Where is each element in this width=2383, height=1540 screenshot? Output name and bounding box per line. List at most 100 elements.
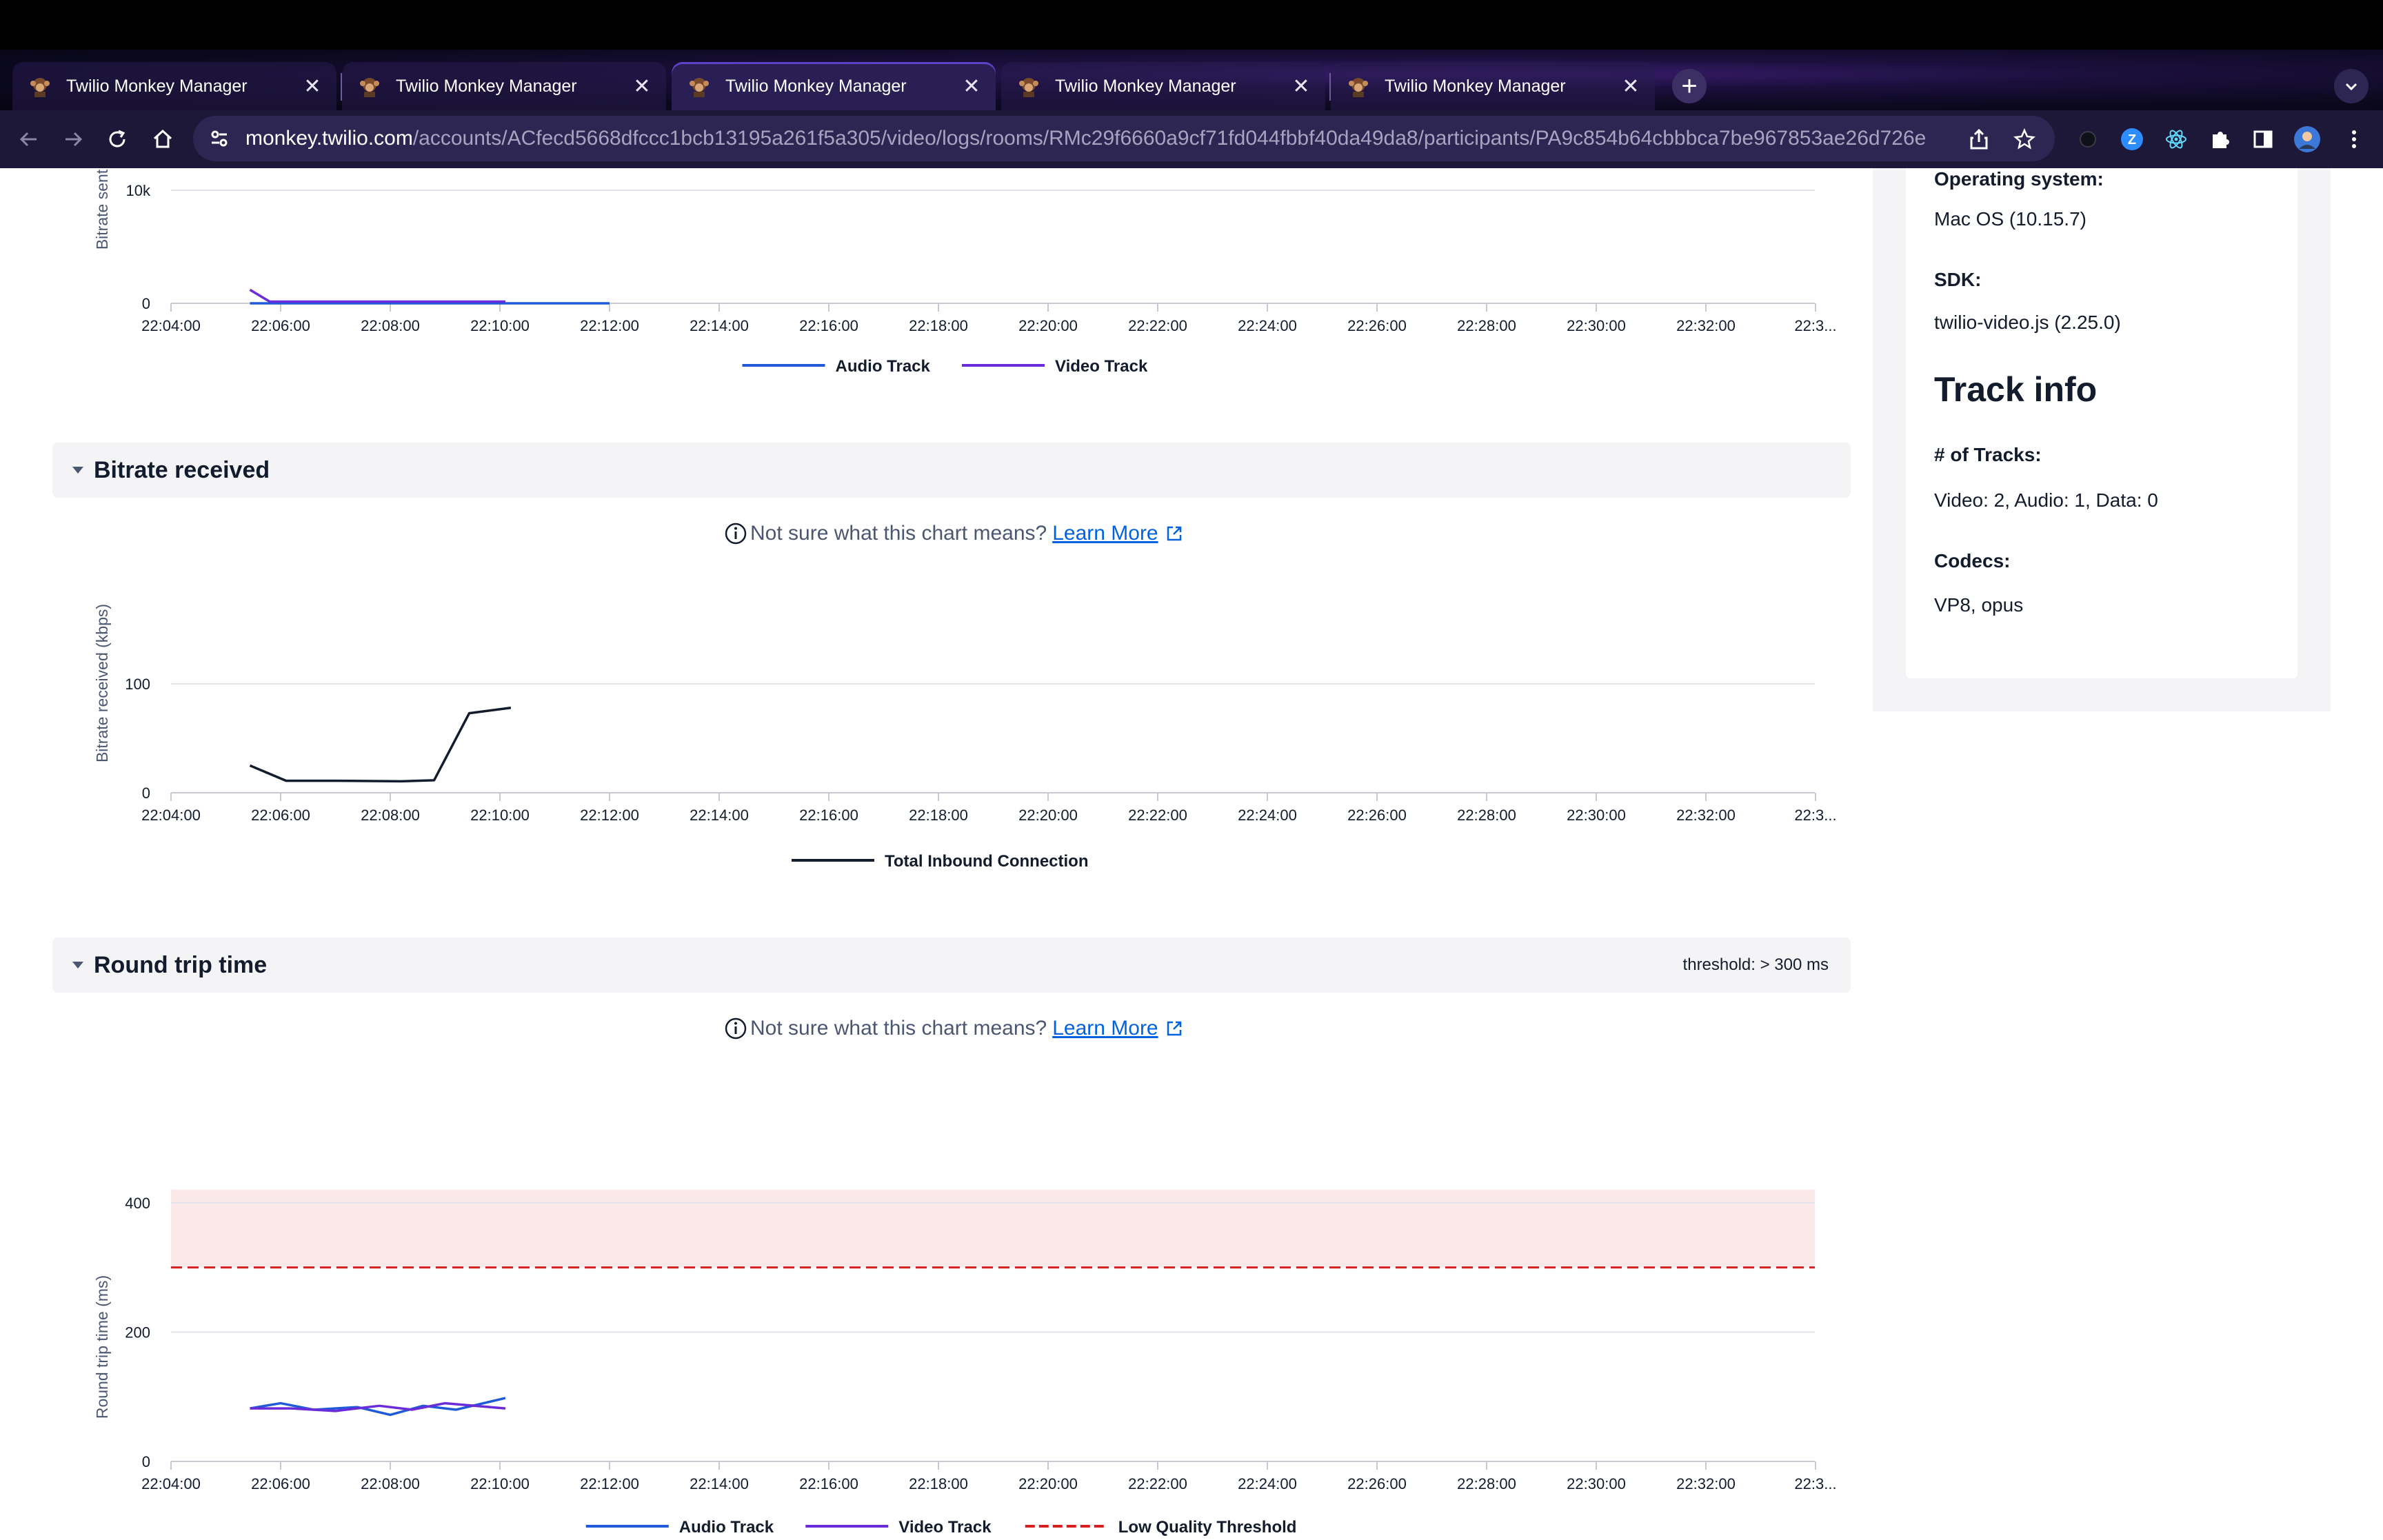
x-tick-label: 22:14:00 [690, 1475, 749, 1492]
x-tick-label: 22:14:00 [690, 807, 749, 824]
help-text: Not sure what this chart means? [750, 522, 1047, 545]
os-value: Mac OS (10.15.7) [1934, 208, 2087, 230]
browser-tab-2[interactable]: Twilio Monkey Manager ✕ [342, 62, 666, 110]
x-tick-label: 22:12:00 [580, 317, 639, 334]
tab-search-button[interactable] [2334, 69, 2369, 103]
monkey-favicon-icon [1349, 78, 1368, 97]
monkey-favicon-icon [1019, 78, 1038, 97]
extension-dark-button[interactable] [2073, 124, 2103, 154]
profile-avatar-button[interactable] [2292, 124, 2322, 154]
external-link-icon[interactable] [1165, 1020, 1183, 1037]
chart-help-line: Not sure what this chart means? Learn Mo… [724, 520, 1220, 547]
legend-label: Total Inbound Connection [885, 852, 1089, 871]
close-tab-icon[interactable]: ✕ [301, 74, 324, 98]
arrow-left-icon [19, 132, 37, 147]
legend-label: Video Track [898, 1518, 992, 1537]
external-link-icon[interactable] [1165, 525, 1183, 543]
x-tick-label: 22:24:00 [1238, 807, 1297, 824]
tab-strip: Twilio Monkey Manager ✕ Twilio Monkey Ma… [0, 50, 2383, 110]
bookmark-button[interactable] [2009, 124, 2040, 154]
x-tick-label: 22:06:00 [251, 1475, 310, 1492]
site-settings-icon[interactable] [205, 125, 233, 152]
y-axis-label: Bitrate sent [93, 169, 111, 250]
x-tick-label: 22:20:00 [1018, 317, 1078, 334]
series-line [249, 288, 505, 303]
x-tick-label: 22:26:00 [1347, 1475, 1407, 1492]
browser-tab-5[interactable]: Twilio Monkey Manager ✕ [1331, 62, 1655, 110]
x-tick-label: 22:14:00 [690, 317, 749, 334]
url-host: monkey.twilio.com [245, 127, 413, 150]
close-tab-icon[interactable]: ✕ [630, 74, 654, 98]
home-button[interactable] [148, 124, 178, 154]
x-tick-label: 22:32:00 [1676, 317, 1736, 334]
x-tick-label: 22:16:00 [799, 317, 858, 334]
browser-menu-button[interactable] [2339, 124, 2369, 154]
share-icon [1970, 128, 1988, 150]
x-tick-label: 22:32:00 [1676, 1475, 1736, 1492]
help-text: Not sure what this chart means? [750, 1017, 1047, 1040]
codecs-label: Codecs: [1934, 550, 2011, 571]
round-trip-time-chart: 0 200 400 22:04:00 22:06:00 22:08:00 22:10:00 2… [93, 1190, 1837, 1537]
home-icon [153, 129, 172, 148]
x-tick-label: 22:28:00 [1457, 317, 1516, 334]
side-panel-icon [2253, 130, 2273, 148]
tab-title: Twilio Monkey Manager [66, 76, 248, 96]
share-button[interactable] [1964, 124, 1994, 154]
circle-extension-icon [2080, 131, 2096, 148]
chevron-down-icon [2345, 83, 2357, 91]
address-bar[interactable]: monkey.twilio.com/accounts/ACfecd5668dfc… [193, 116, 2055, 161]
window-titlebar [0, 0, 2383, 50]
x-tick-label: 22:04:00 [141, 317, 201, 334]
x-tick-label: 22:20:00 [1018, 807, 1078, 824]
extensions-button[interactable] [2205, 124, 2235, 154]
x-tick-label: 22:26:00 [1347, 317, 1407, 334]
x-tick-label: 22:32:00 [1676, 807, 1736, 824]
url-path: /accounts/ACfecd5668dfccc1bcb13195a261f5… [412, 127, 1927, 150]
x-tick-label: 22:20:00 [1018, 1475, 1078, 1492]
x-tick-label: 22:22:00 [1128, 317, 1187, 334]
x-tick-label: 22:08:00 [361, 807, 420, 824]
x-tick-label: 22:18:00 [909, 317, 968, 334]
zoom-extension-button[interactable]: Z [2117, 124, 2147, 154]
zoom-extension-icon: Z [2121, 128, 2143, 150]
tab-title: Twilio Monkey Manager [1055, 76, 1236, 96]
tab-title: Twilio Monkey Manager [396, 76, 577, 96]
legend-label: Low Quality Threshold [1118, 1518, 1297, 1537]
side-panel-button[interactable] [2248, 124, 2278, 154]
react-devtools-button[interactable] [2161, 124, 2191, 154]
x-tick-label: 22:16:00 [799, 1475, 858, 1492]
learn-more-link[interactable]: Learn More [1052, 1017, 1158, 1040]
x-tick-label: 22:24:00 [1238, 1475, 1297, 1492]
round-trip-time-section-header[interactable]: Round trip time threshold: > 300 ms [52, 938, 1851, 993]
x-tick-label: 22:10:00 [470, 807, 530, 824]
bitrate-received-section-header[interactable]: Bitrate received [52, 443, 1851, 498]
x-tick-label: 22:30:00 [1567, 807, 1626, 824]
learn-more-link[interactable]: Learn More [1052, 522, 1158, 545]
track-info-heading: Track info [1934, 370, 2098, 409]
react-icon [2166, 130, 2186, 149]
new-tab-button[interactable]: + [1672, 69, 1707, 103]
bitrate-sent-chart: 0 10k 22:04:00 22:06:00 22:08:00 22:10:00 22:1… [93, 169, 1837, 376]
browser-tab-3-active[interactable]: Twilio Monkey Manager ✕ [672, 62, 996, 110]
y-tick-label: 0 [142, 295, 150, 312]
x-tick-label: 22:06:00 [251, 317, 310, 334]
x-tick-label: 22:28:00 [1457, 1475, 1516, 1492]
avatar-icon [2294, 126, 2320, 152]
close-tab-icon[interactable]: ✕ [1289, 74, 1313, 98]
browser-tab-1[interactable]: Twilio Monkey Manager ✕ [12, 62, 336, 110]
y-tick-label: 0 [142, 784, 150, 802]
browser-tab-4[interactable]: Twilio Monkey Manager ✕ [1001, 62, 1325, 110]
close-tab-icon[interactable]: ✕ [960, 74, 983, 98]
reload-button[interactable] [102, 124, 132, 154]
threshold-zone [171, 1190, 1815, 1268]
x-tick-label: 22:04:00 [141, 1475, 201, 1492]
close-tab-icon[interactable]: ✕ [1619, 74, 1642, 98]
back-button[interactable] [14, 124, 44, 154]
codecs-value: VP8, opus [1934, 594, 2024, 616]
caret-down-icon [72, 467, 83, 474]
monkey-favicon-icon [690, 78, 709, 97]
x-tick-label: 22:18:00 [909, 807, 968, 824]
legend-label: Video Track [1055, 357, 1148, 376]
monkey-favicon-icon [360, 78, 379, 97]
forward-button[interactable] [58, 124, 88, 154]
